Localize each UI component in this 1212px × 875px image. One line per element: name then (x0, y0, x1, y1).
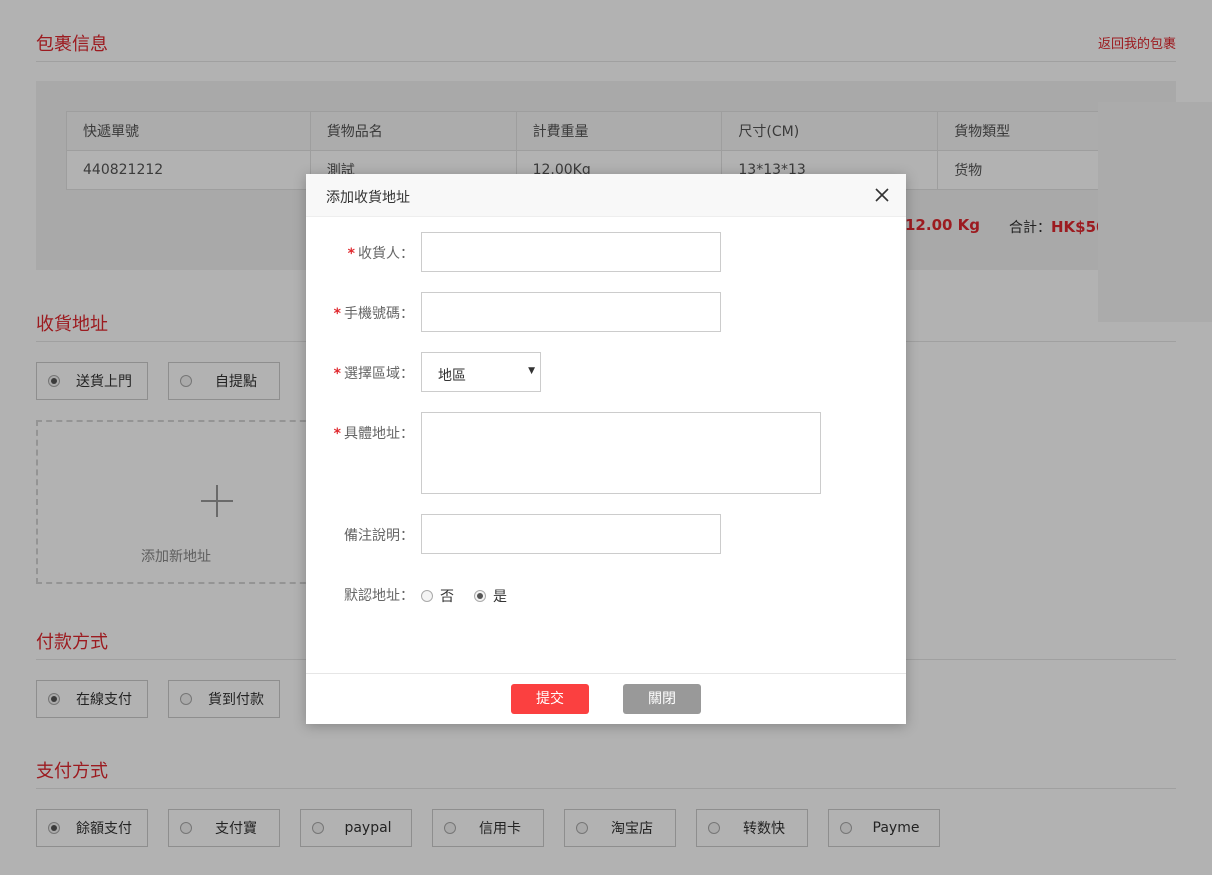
radio-label: 否 (440, 589, 454, 605)
radio-icon (474, 590, 486, 602)
remark-label: 備注說明： (344, 528, 414, 544)
receiver-label: * 收貨人： (306, 243, 414, 263)
region-label-text: 選擇區域： (344, 366, 414, 382)
close-button[interactable]: 關閉 (623, 684, 701, 714)
required-mark: * (333, 306, 341, 322)
submit-button[interactable]: 提交 (511, 684, 589, 714)
phone-label-text: 手機號碼： (344, 306, 414, 322)
address-label-text: 具體地址： (344, 426, 414, 442)
region-select[interactable]: 地區 ▼ (421, 352, 541, 392)
dialog-title: 添加收貨地址 (326, 190, 410, 206)
dialog-footer-divider (306, 673, 906, 674)
required-mark: * (333, 366, 341, 382)
close-icon[interactable] (875, 188, 889, 202)
default-address-label: 默認地址： (344, 588, 414, 604)
radio-label: 是 (493, 589, 507, 605)
address-label: * 具體地址： (306, 423, 414, 443)
radio-icon (421, 590, 433, 602)
phone-input[interactable] (421, 292, 721, 332)
remark-input[interactable] (421, 514, 721, 554)
dialog-header: 添加收貨地址 (306, 174, 906, 217)
region-label: * 選擇區域： (306, 363, 414, 383)
default-yes-radio[interactable]: 是 (474, 586, 507, 606)
required-mark: * (347, 246, 355, 262)
default-no-radio[interactable]: 否 (421, 586, 454, 606)
address-textarea[interactable] (421, 412, 821, 494)
receiver-input[interactable] (421, 232, 721, 272)
region-selected-value: 地區 (438, 368, 466, 384)
add-address-dialog: 添加收貨地址 * 收貨人： * 手機號碼： * 選擇區域： 地區 ▼ * 具體地址： 備… (306, 174, 906, 724)
receiver-label-text: 收貨人： (358, 246, 414, 262)
chevron-down-icon: ▼ (528, 366, 535, 376)
phone-label: * 手機號碼： (306, 303, 414, 323)
required-mark: * (333, 426, 341, 442)
